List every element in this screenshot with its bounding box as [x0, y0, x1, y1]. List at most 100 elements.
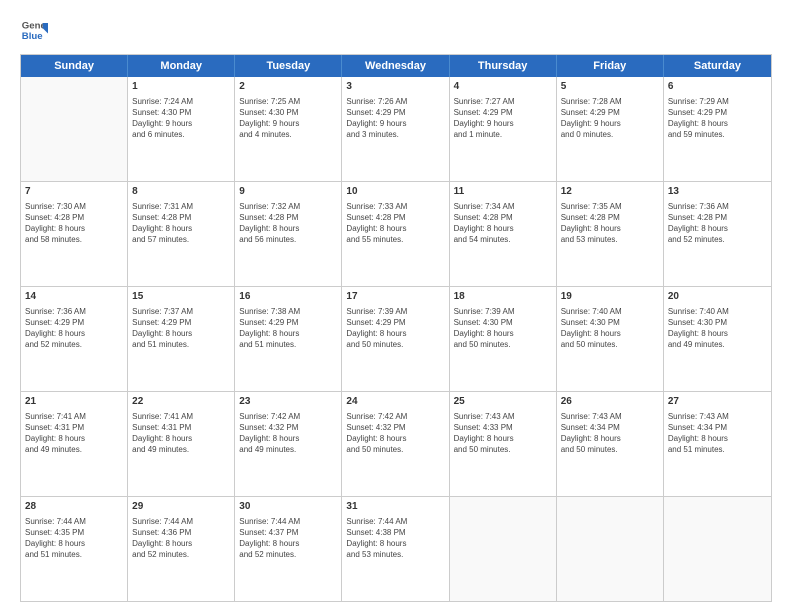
calendar-cell: 18Sunrise: 7:39 AM Sunset: 4:30 PM Dayli…	[450, 287, 557, 391]
calendar-cell: 1 Sunrise: 7:24 AM Sunset: 4:30 PM Daylig…	[128, 77, 235, 181]
calendar-cell: 22 Sunrise: 7:41 AM Sunset: 4:31 PM Dayli…	[128, 392, 235, 496]
cell-info: Sunrise: 7:31 AM Sunset: 4:28 PM Dayligh…	[132, 201, 230, 246]
calendar-cell: 12 Sunrise: 7:35 AM Sunset: 4:28 PM Dayli…	[557, 182, 664, 286]
cell-date: 7	[25, 185, 123, 199]
cell-date: 10	[346, 185, 444, 199]
cell-info: Sunrise: 7:44 AM Sunset: 4:37 PM Dayligh…	[239, 516, 337, 561]
cell-date: 18	[454, 290, 552, 304]
calendar-cell: 29 Sunrise: 7:44 AM Sunset: 4:36 PM Dayli…	[128, 497, 235, 601]
calendar-cell: 13Sunrise: 7:36 AM Sunset: 4:28 PM Dayli…	[664, 182, 771, 286]
calendar-cell: 16Sunrise: 7:38 AM Sunset: 4:29 PM Dayli…	[235, 287, 342, 391]
calendar-cell: 15 Sunrise: 7:37 AM Sunset: 4:29 PM Dayli…	[128, 287, 235, 391]
header-day-monday: Monday	[128, 55, 235, 77]
cell-date: 26	[561, 395, 659, 409]
calendar-cell: 28 Sunrise: 7:44 AM Sunset: 4:35 PM Dayli…	[21, 497, 128, 601]
cell-info: Sunrise: 7:44 AM Sunset: 4:36 PM Dayligh…	[132, 516, 230, 561]
cell-date: 8	[132, 185, 230, 199]
calendar-cell: 25 Sunrise: 7:43 AM Sunset: 4:33 PM Dayli…	[450, 392, 557, 496]
cell-date: 28	[25, 500, 123, 514]
cell-date: 17	[346, 290, 444, 304]
cell-info: Sunrise: 7:43 AM Sunset: 4:34 PM Dayligh…	[668, 411, 767, 456]
calendar-cell	[450, 497, 557, 601]
cell-date: 23	[239, 395, 337, 409]
calendar: SundayMondayTuesdayWednesdayThursdayFrid…	[20, 54, 772, 602]
header-day-saturday: Saturday	[664, 55, 771, 77]
cell-date: 3	[346, 80, 444, 94]
cell-date: 14	[25, 290, 123, 304]
cell-date: 4	[454, 80, 552, 94]
cell-info: Sunrise: 7:40 AM Sunset: 4:30 PM Dayligh…	[561, 306, 659, 351]
calendar-cell: 19 Sunrise: 7:40 AM Sunset: 4:30 PM Dayli…	[557, 287, 664, 391]
calendar-cell: 5 Sunrise: 7:28 AM Sunset: 4:29 PM Daylig…	[557, 77, 664, 181]
header-day-friday: Friday	[557, 55, 664, 77]
calendar-cell: 17Sunrise: 7:39 AM Sunset: 4:29 PM Dayli…	[342, 287, 449, 391]
cell-date: 19	[561, 290, 659, 304]
cell-info: Sunrise: 7:43 AM Sunset: 4:34 PM Dayligh…	[561, 411, 659, 456]
calendar-cell: 24 Sunrise: 7:42 AM Sunset: 4:32 PM Dayli…	[342, 392, 449, 496]
cell-info: Sunrise: 7:43 AM Sunset: 4:33 PM Dayligh…	[454, 411, 552, 456]
cell-info: Sunrise: 7:44 AM Sunset: 4:35 PM Dayligh…	[25, 516, 123, 561]
cell-info: Sunrise: 7:34 AM Sunset: 4:28 PM Dayligh…	[454, 201, 552, 246]
cell-info: Sunrise: 7:30 AM Sunset: 4:28 PM Dayligh…	[25, 201, 123, 246]
cell-info: Sunrise: 7:42 AM Sunset: 4:32 PM Dayligh…	[346, 411, 444, 456]
cell-date: 24	[346, 395, 444, 409]
cell-info: Sunrise: 7:41 AM Sunset: 4:31 PM Dayligh…	[132, 411, 230, 456]
calendar-cell: 10 Sunrise: 7:33 AM Sunset: 4:28 PM Dayli…	[342, 182, 449, 286]
calendar-row-5: 28 Sunrise: 7:44 AM Sunset: 4:35 PM Dayli…	[21, 497, 771, 601]
cell-date: 29	[132, 500, 230, 514]
page: General Blue SundayMondayTuesdayWednesda…	[0, 0, 792, 612]
cell-info: Sunrise: 7:27 AM Sunset: 4:29 PM Dayligh…	[454, 96, 552, 141]
calendar-cell	[557, 497, 664, 601]
calendar-cell: 8 Sunrise: 7:31 AM Sunset: 4:28 PM Daylig…	[128, 182, 235, 286]
cell-date: 25	[454, 395, 552, 409]
header-day-sunday: Sunday	[21, 55, 128, 77]
cell-info: Sunrise: 7:36 AM Sunset: 4:28 PM Dayligh…	[668, 201, 767, 246]
cell-info: Sunrise: 7:40 AM Sunset: 4:30 PM Dayligh…	[668, 306, 767, 351]
cell-date: 27	[668, 395, 767, 409]
cell-info: Sunrise: 7:24 AM Sunset: 4:30 PM Dayligh…	[132, 96, 230, 141]
svg-text:Blue: Blue	[22, 31, 43, 42]
calendar-cell: 20 Sunrise: 7:40 AM Sunset: 4:30 PM Dayli…	[664, 287, 771, 391]
cell-info: Sunrise: 7:44 AM Sunset: 4:38 PM Dayligh…	[346, 516, 444, 561]
cell-date: 1	[132, 80, 230, 94]
calendar-cell: 23 Sunrise: 7:42 AM Sunset: 4:32 PM Dayli…	[235, 392, 342, 496]
cell-date: 21	[25, 395, 123, 409]
cell-date: 20	[668, 290, 767, 304]
calendar-row-4: 21 Sunrise: 7:41 AM Sunset: 4:31 PM Dayli…	[21, 392, 771, 497]
cell-date: 11	[454, 185, 552, 199]
cell-info: Sunrise: 7:33 AM Sunset: 4:28 PM Dayligh…	[346, 201, 444, 246]
calendar-row-1: 1 Sunrise: 7:24 AM Sunset: 4:30 PM Daylig…	[21, 77, 771, 182]
cell-date: 9	[239, 185, 337, 199]
cell-info: Sunrise: 7:25 AM Sunset: 4:30 PM Dayligh…	[239, 96, 337, 141]
calendar-cell: 21 Sunrise: 7:41 AM Sunset: 4:31 PM Dayli…	[21, 392, 128, 496]
cell-date: 30	[239, 500, 337, 514]
cell-info: Sunrise: 7:28 AM Sunset: 4:29 PM Dayligh…	[561, 96, 659, 141]
cell-info: Sunrise: 7:35 AM Sunset: 4:28 PM Dayligh…	[561, 201, 659, 246]
calendar-row-3: 14Sunrise: 7:36 AM Sunset: 4:29 PM Dayli…	[21, 287, 771, 392]
cell-date: 15	[132, 290, 230, 304]
cell-date: 6	[668, 80, 767, 94]
calendar-cell: 2Sunrise: 7:25 AM Sunset: 4:30 PM Daylig…	[235, 77, 342, 181]
logo: General Blue	[20, 16, 48, 44]
calendar-cell: 30 Sunrise: 7:44 AM Sunset: 4:37 PM Dayli…	[235, 497, 342, 601]
calendar-cell: 27 Sunrise: 7:43 AM Sunset: 4:34 PM Dayli…	[664, 392, 771, 496]
calendar-cell: 31 Sunrise: 7:44 AM Sunset: 4:38 PM Dayli…	[342, 497, 449, 601]
cell-date: 12	[561, 185, 659, 199]
cell-info: Sunrise: 7:42 AM Sunset: 4:32 PM Dayligh…	[239, 411, 337, 456]
cell-info: Sunrise: 7:41 AM Sunset: 4:31 PM Dayligh…	[25, 411, 123, 456]
calendar-cell	[664, 497, 771, 601]
cell-date: 5	[561, 80, 659, 94]
cell-date: 22	[132, 395, 230, 409]
cell-info: Sunrise: 7:32 AM Sunset: 4:28 PM Dayligh…	[239, 201, 337, 246]
calendar-row-2: 7 Sunrise: 7:30 AM Sunset: 4:28 PM Daylig…	[21, 182, 771, 287]
cell-date: 31	[346, 500, 444, 514]
cell-info: Sunrise: 7:26 AM Sunset: 4:29 PM Dayligh…	[346, 96, 444, 141]
header-day-tuesday: Tuesday	[235, 55, 342, 77]
calendar-header: SundayMondayTuesdayWednesdayThursdayFrid…	[21, 55, 771, 77]
calendar-cell: 6Sunrise: 7:29 AM Sunset: 4:29 PM Daylig…	[664, 77, 771, 181]
calendar-cell: 7 Sunrise: 7:30 AM Sunset: 4:28 PM Daylig…	[21, 182, 128, 286]
calendar-cell: 11 Sunrise: 7:34 AM Sunset: 4:28 PM Dayli…	[450, 182, 557, 286]
cell-info: Sunrise: 7:37 AM Sunset: 4:29 PM Dayligh…	[132, 306, 230, 351]
cell-info: Sunrise: 7:38 AM Sunset: 4:29 PM Dayligh…	[239, 306, 337, 351]
calendar-body: 1 Sunrise: 7:24 AM Sunset: 4:30 PM Daylig…	[21, 77, 771, 601]
